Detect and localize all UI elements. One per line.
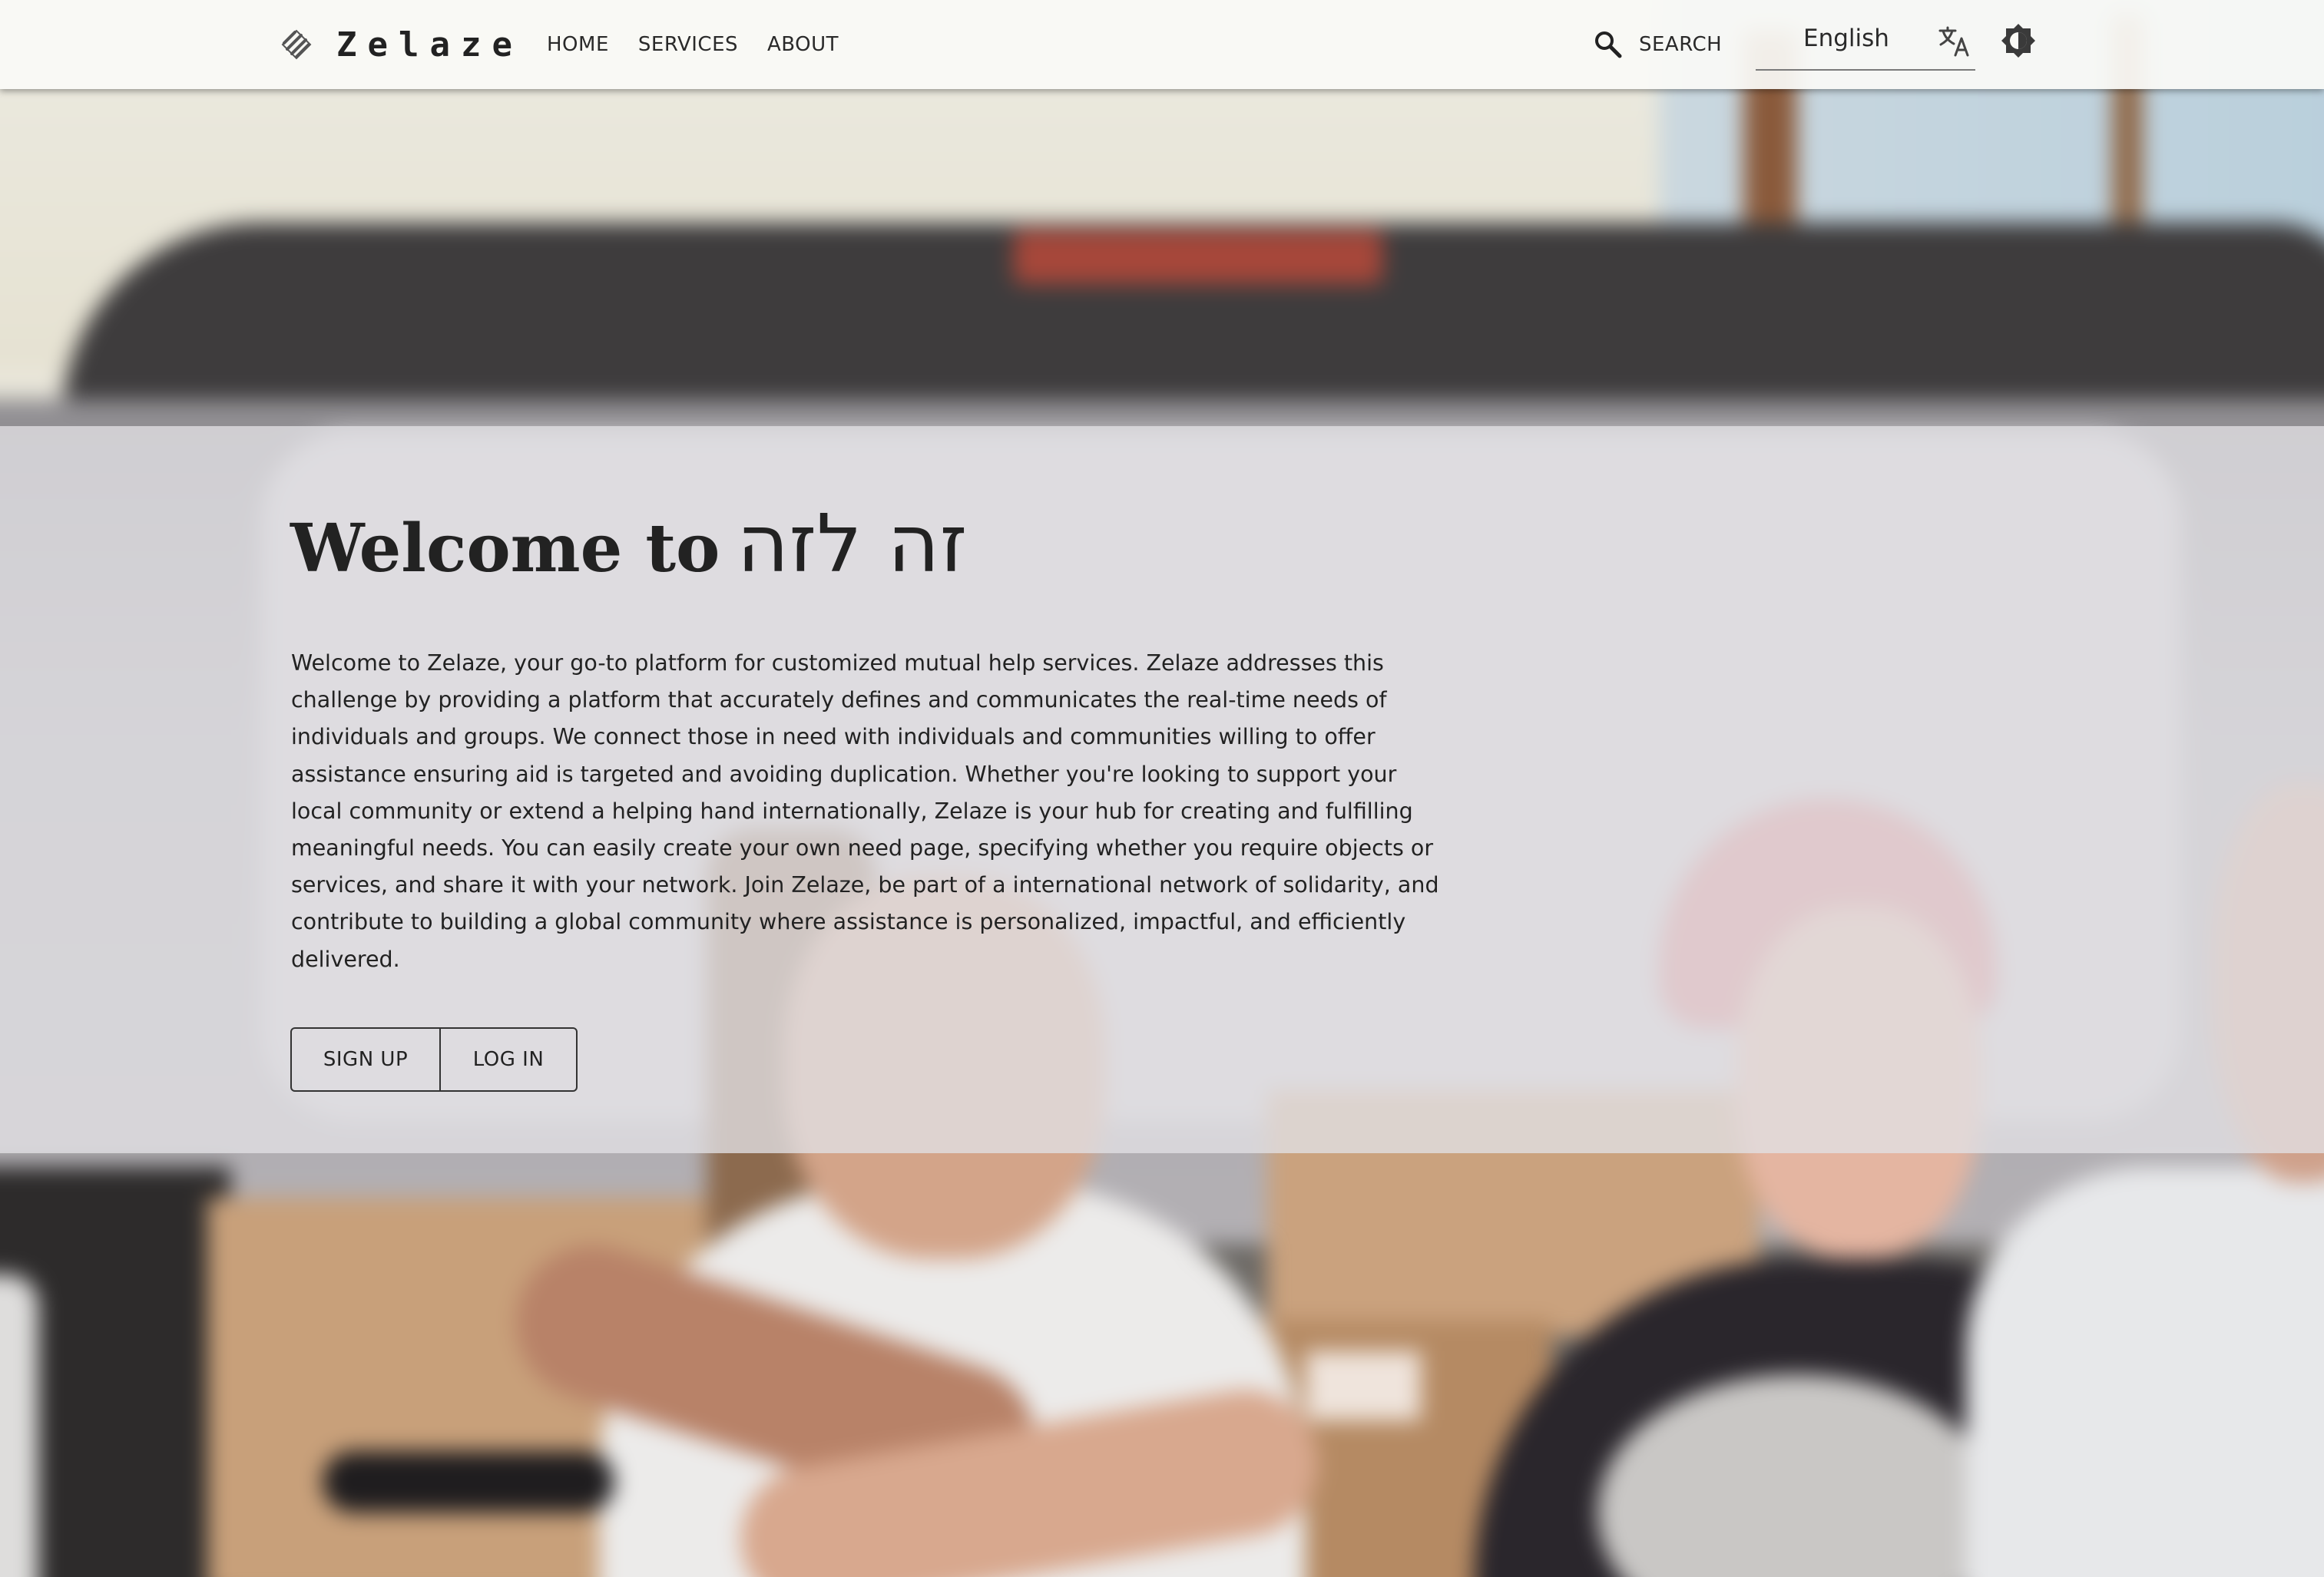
search-button[interactable]: SEARCH xyxy=(1593,0,1722,89)
search-label: SEARCH xyxy=(1639,33,1723,56)
search-icon xyxy=(1595,31,1622,58)
brand-name: Zelaze xyxy=(336,25,523,64)
title-hebrew: זה לזה xyxy=(737,497,968,590)
zelaze-logo-icon xyxy=(281,29,312,60)
brand-link[interactable]: Zelaze xyxy=(280,0,523,89)
language-select[interactable]: English xyxy=(1756,11,1975,71)
hero-section: Welcome to זה לזה Welcome to Zelaze, your… xyxy=(0,426,2324,1153)
nav-home[interactable]: HOME xyxy=(547,33,609,56)
top-app-bar: Zelaze HOME SERVICES ABOUT SEARCH Englis… xyxy=(0,0,2324,89)
title-lead: Welcome to xyxy=(290,510,720,587)
main-nav: HOME SERVICES ABOUT xyxy=(547,0,868,89)
auth-button-group: SIGN UP LOG IN xyxy=(290,1027,578,1092)
language-value: English xyxy=(1803,25,1889,52)
translate-icon xyxy=(1938,26,1969,57)
theme-toggle-icon[interactable] xyxy=(2000,22,2037,59)
nav-services[interactable]: SERVICES xyxy=(638,33,738,56)
nav-about[interactable]: ABOUT xyxy=(767,33,839,56)
page-title: Welcome to זה לזה xyxy=(290,497,968,590)
sign-up-button[interactable]: SIGN UP xyxy=(292,1029,441,1090)
hero-description: Welcome to Zelaze, your go-to platform f… xyxy=(291,650,1439,972)
log-in-button[interactable]: LOG IN xyxy=(441,1029,576,1090)
